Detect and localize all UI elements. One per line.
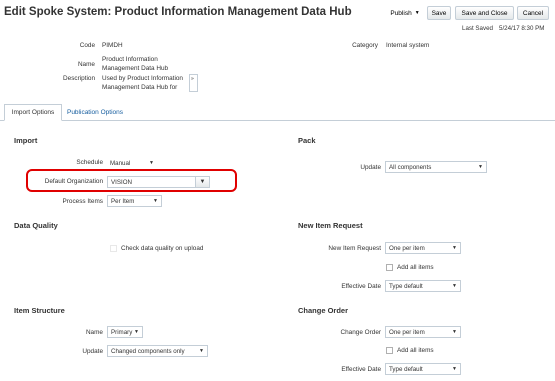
co-effective-date-select[interactable]: Type default ▼ [385,363,461,375]
save-button[interactable]: Save [427,6,451,20]
code-value: PIMDH [102,42,123,49]
publish-label: Publish [390,9,412,17]
new-item-request-heading: New Item Request [298,221,363,230]
check-data-quality-checkbox[interactable] [110,245,117,252]
expand-icon: » [191,76,194,82]
new-item-request-select[interactable]: One per item ▼ [385,242,461,254]
category-value: Internal system [386,42,430,49]
schedule-select[interactable]: Manual ▼ [107,157,157,169]
default-organization-label: Default Organization [44,178,103,185]
nir-add-all-items-label: Add all items [397,264,434,271]
co-add-all-items-label: Add all items [397,347,434,354]
default-organization-input[interactable]: VISION [107,176,197,188]
schedule-value: Manual [110,159,131,167]
change-order-value: One per item [389,328,425,336]
description-label: Description [63,75,95,82]
name-label: Name [77,61,95,68]
item-structure-name-select[interactable]: Primary ▼ [107,326,143,338]
publish-menu-button[interactable]: Publish ▼ [386,6,424,20]
import-heading: Import [14,136,38,145]
default-organization-value: VISION [111,178,132,186]
nir-effective-date-select[interactable]: Type default ▼ [385,280,461,292]
item-structure-update-label: Update [82,348,103,355]
code-label: Code [79,42,95,49]
co-effective-date-label: Effective Date [341,366,381,373]
chevron-down-icon: ▼ [153,198,158,204]
chevron-down-icon: ▼ [452,245,457,251]
chevron-down-icon: ▼ [452,329,457,335]
pack-heading: Pack [298,136,316,145]
process-items-select[interactable]: Per Item ▼ [107,195,162,207]
chevron-down-icon: ▼ [478,164,483,170]
last-saved-value: 5/24/17 8:30 PM [499,25,545,32]
last-saved-label: Last Saved [462,25,493,32]
item-structure-update-value: Changed components only [111,347,185,355]
category-label: Category [352,42,378,49]
co-effective-date-value: Type default [389,365,423,373]
nir-add-all-items-checkbox[interactable] [386,264,393,271]
description-textarea-scroll[interactable]: » [189,74,198,92]
new-item-request-label: New Item Request [328,245,381,252]
schedule-label: Schedule [76,159,103,166]
chevron-down-icon: ▼ [452,366,457,372]
pack-update-select[interactable]: All components ▼ [385,161,487,173]
item-structure-heading: Item Structure [14,306,65,315]
page-title: Edit Spoke System: Product Information M… [4,6,352,18]
tab-import-options[interactable]: Import Options [4,104,62,121]
chevron-down-icon: ▼ [452,283,457,289]
chevron-down-icon: ▼ [199,348,204,354]
description-line1: Used by Product Information [102,75,183,82]
change-order-label: Change Order [340,329,382,336]
change-order-heading: Change Order [298,306,349,315]
co-add-all-items-checkbox[interactable] [386,347,393,354]
process-items-value: Per Item [111,197,135,205]
name-value-line2: Management Data Hub [102,65,169,72]
chevron-down-icon: ▼ [134,329,139,335]
chevron-down-icon: ▼ [199,179,206,185]
item-structure-name-label: Name [85,329,103,336]
cancel-button[interactable]: Cancel [517,6,549,20]
tab-publication-options[interactable]: Publication Options [62,104,128,121]
item-structure-name-value: Primary [111,328,133,336]
nir-effective-date-label: Effective Date [341,283,381,290]
description-line2: Management Data Hub for [102,84,178,91]
data-quality-heading: Data Quality [14,221,58,230]
check-data-quality-label: Check data quality on upload [121,245,204,252]
chevron-down-icon: ▼ [149,160,154,166]
chevron-down-icon: ▼ [414,10,420,16]
pack-update-label: Update [360,164,381,171]
nir-effective-date-value: Type default [389,282,423,290]
change-order-select[interactable]: One per item ▼ [385,326,461,338]
process-items-label: Process Items [62,198,104,205]
pack-update-value: All components [389,163,432,171]
save-and-close-button[interactable]: Save and Close [455,6,514,20]
name-value-line1: Product Information [102,56,158,63]
new-item-request-value: One per item [389,244,425,252]
item-structure-update-select[interactable]: Changed components only ▼ [107,345,208,357]
default-organization-dropdown-button[interactable]: ▼ [195,176,210,188]
